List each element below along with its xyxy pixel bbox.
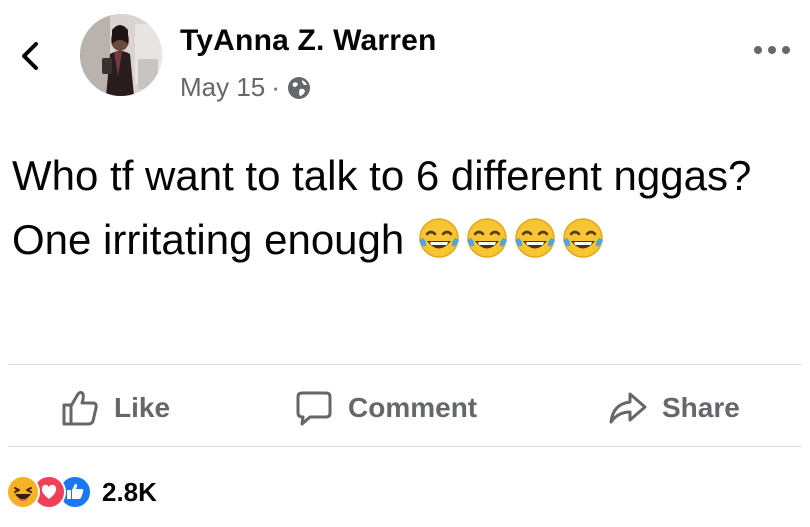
post-meta: May 15 · bbox=[180, 72, 312, 103]
share-arrow-icon bbox=[609, 392, 647, 424]
emoji-group bbox=[416, 216, 608, 262]
globe-icon[interactable] bbox=[286, 75, 312, 101]
more-dots-icon bbox=[754, 46, 790, 54]
divider-top bbox=[8, 364, 802, 365]
more-options-button[interactable] bbox=[748, 38, 796, 62]
haha-reaction-icon bbox=[6, 475, 40, 509]
comment-label: Comment bbox=[348, 392, 478, 423]
reaction-icons bbox=[6, 475, 92, 509]
post-date[interactable]: May 15 bbox=[180, 72, 265, 103]
thumbs-up-icon bbox=[62, 391, 98, 426]
speech-bubble-icon bbox=[296, 391, 332, 426]
like-label: Like bbox=[114, 392, 171, 423]
tears-of-joy-emoji-icon bbox=[419, 218, 460, 258]
avatar[interactable] bbox=[80, 14, 162, 96]
reaction-count[interactable]: 2.8K bbox=[102, 477, 157, 508]
meta-separator: · bbox=[271, 72, 280, 102]
tears-of-joy-emoji-icon bbox=[515, 218, 556, 258]
post-header: TyAnna Z. Warren May 15 · bbox=[0, 0, 810, 110]
back-button[interactable] bbox=[14, 36, 46, 76]
action-bar: Like Comment Share bbox=[0, 372, 810, 442]
post-text: Who tf want to talk to 6 different nggas… bbox=[12, 152, 752, 263]
chevron-left-icon bbox=[22, 42, 38, 70]
profile-photo bbox=[80, 14, 162, 96]
tears-of-joy-emoji-icon bbox=[563, 218, 604, 258]
share-button[interactable]: Share bbox=[608, 386, 740, 430]
like-button[interactable]: Like bbox=[60, 386, 170, 430]
author-name[interactable]: TyAnna Z. Warren bbox=[180, 24, 437, 58]
tears-of-joy-emoji-icon bbox=[467, 218, 508, 258]
comment-button[interactable]: Comment bbox=[294, 386, 477, 430]
reactions-summary[interactable]: 2.8K bbox=[6, 474, 157, 510]
divider-bottom bbox=[8, 446, 802, 447]
share-label: Share bbox=[662, 392, 740, 423]
post-body: Who tf want to talk to 6 different nggas… bbox=[12, 144, 802, 272]
